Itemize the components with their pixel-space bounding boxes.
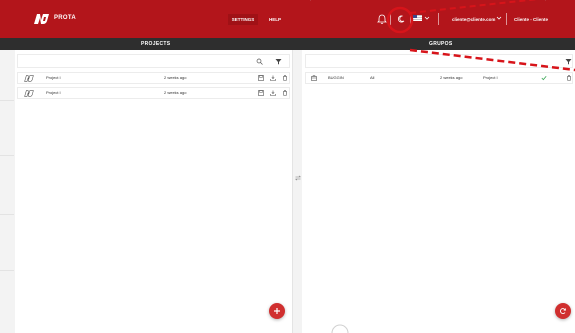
brand-name: PROTA (54, 15, 77, 21)
divider (390, 13, 391, 25)
group-time: 2 weeks ago (440, 75, 463, 80)
moon-icon[interactable] (395, 13, 407, 25)
check-icon[interactable] (541, 75, 547, 81)
divider (506, 13, 507, 25)
panel-splitter[interactable] (293, 50, 302, 333)
sidebar-divider (0, 214, 14, 215)
flag-icon[interactable] (413, 15, 422, 21)
group-project: Project I (483, 75, 498, 80)
refresh-icon (560, 308, 566, 315)
project-name[interactable]: Project I (46, 73, 61, 83)
nav-settings-button[interactable]: SETTINGS (228, 14, 258, 25)
brand-logo[interactable] (33, 13, 50, 25)
sidebar-divider (0, 155, 14, 156)
group-scope: All (370, 75, 375, 80)
user-email[interactable]: cliente@cliente.com (452, 14, 495, 25)
section-header-bar: PROJECTS GRUPOS (0, 38, 575, 50)
nav-help-button[interactable]: HELP (265, 14, 285, 25)
divider (410, 13, 411, 25)
chevron-down-icon[interactable] (424, 15, 430, 21)
groups-panel (302, 50, 575, 333)
group-name[interactable]: BUGGIN (328, 73, 344, 83)
projects-title: PROJECTS (141, 41, 171, 47)
top-bar: PROTA SETTINGS HELP cliente@cliente.com (0, 0, 575, 38)
project-logo-icon (24, 90, 34, 97)
add-project-button[interactable] (269, 303, 285, 319)
groups-action-button[interactable] (555, 303, 571, 319)
save-icon[interactable] (258, 90, 264, 96)
chevron-down-icon[interactable] (496, 15, 502, 21)
table-row[interactable]: BUGGIN All 2 weeks ago Project I (305, 72, 573, 84)
swap-icon[interactable] (295, 175, 301, 181)
sidebar-divider (0, 100, 14, 101)
group-icon (311, 75, 317, 81)
filter-icon[interactable] (275, 58, 282, 65)
project-name[interactable]: Project I (46, 88, 61, 98)
user-organization[interactable]: Cliente - Cliente (514, 14, 548, 25)
groups-toolbar (305, 54, 573, 68)
trash-icon[interactable] (282, 90, 288, 96)
trash-icon[interactable] (566, 75, 572, 81)
table-row[interactable]: Project I 2 weeks ago (17, 72, 290, 84)
app-window: PROTA SETTINGS HELP cliente@cliente.com (0, 0, 575, 333)
groups-title: GRUPOS (429, 41, 453, 47)
table-row[interactable]: Project I 2 weeks ago (17, 87, 290, 99)
project-time: 2 weeks ago (164, 75, 187, 80)
bell-icon[interactable] (376, 13, 388, 25)
projects-toolbar (17, 54, 290, 68)
divider (438, 13, 439, 25)
project-logo-icon (24, 75, 34, 82)
project-time: 2 weeks ago (164, 90, 187, 95)
trash-icon[interactable] (282, 75, 288, 81)
plus-icon (274, 308, 280, 314)
download-icon[interactable] (270, 90, 276, 96)
search-icon[interactable] (256, 58, 263, 65)
sidebar-divider (0, 270, 14, 271)
filter-icon[interactable] (565, 58, 572, 65)
save-icon[interactable] (258, 75, 264, 81)
download-icon[interactable] (270, 75, 276, 81)
